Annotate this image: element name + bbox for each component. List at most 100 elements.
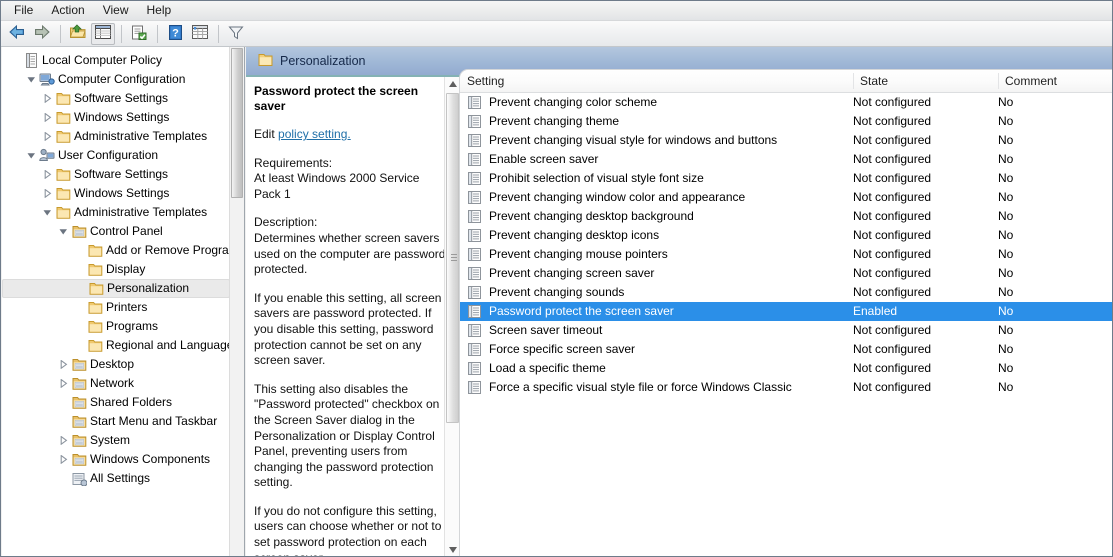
expand-arrow-collapsed-icon[interactable] <box>40 170 54 179</box>
tree-node-computer-configuration[interactable]: Computer Configuration <box>2 70 230 89</box>
policy-setting-icon <box>468 172 486 185</box>
policy-setting-icon <box>468 229 486 242</box>
table-row[interactable]: Prevent changing desktop backgroundNot c… <box>460 207 1113 226</box>
cell-comment: No <box>998 226 1108 245</box>
table-row[interactable]: Force a specific visual style file or fo… <box>460 378 1113 397</box>
tree-node-programs[interactable]: Programs <box>2 317 230 336</box>
menu-help[interactable]: Help <box>138 1 181 20</box>
menu-file[interactable]: File <box>5 1 42 20</box>
menu-view[interactable]: View <box>94 1 138 20</box>
tree-node-add-or-remove-programs[interactable]: Add or Remove Programs <box>2 241 230 260</box>
tree-node-label: Control Panel <box>88 222 163 241</box>
tree-node-desktop[interactable]: Desktop <box>2 355 230 374</box>
table-row[interactable]: Prevent changing desktop iconsNot config… <box>460 226 1113 245</box>
help-edit-line: Edit policy setting. <box>254 127 446 143</box>
tree-node-personalization[interactable]: Personalization <box>2 279 230 298</box>
table-row[interactable]: Screen saver timeoutNot configuredNo <box>460 321 1113 340</box>
settings-list-rows[interactable]: Prevent changing color scheme Not configu… <box>460 93 1113 397</box>
toolbar-help-button[interactable]: ? <box>163 23 187 45</box>
table-row[interactable]: Prevent changing screen saverNot configu… <box>460 264 1113 283</box>
expand-arrow-expanded-icon[interactable] <box>40 208 54 217</box>
column-header-state[interactable]: State <box>853 70 998 92</box>
tree-node-administrative-templates[interactable]: Administrative Templates <box>2 203 230 222</box>
tree-node-user-configuration[interactable]: User Configuration <box>2 146 230 165</box>
tree-node-label: Network <box>88 374 134 393</box>
menu-action[interactable]: Action <box>42 1 93 20</box>
table-row[interactable]: Load a specific themeNot configuredNo <box>460 359 1113 378</box>
tree-node-windows-components[interactable]: Windows Components <box>2 450 230 469</box>
tree-node-display[interactable]: Display <box>2 260 230 279</box>
toolbar-forward-button[interactable] <box>30 23 54 45</box>
expand-arrow-collapsed-icon[interactable] <box>56 455 70 464</box>
expand-arrow-expanded-icon[interactable] <box>56 227 70 236</box>
table-row[interactable]: Prevent changing themeNot configuredNo <box>460 112 1113 131</box>
tree-node-windows-settings[interactable]: Windows Settings <box>2 108 230 127</box>
column-header-setting[interactable]: Setting <box>460 70 853 92</box>
cell-state: Not configured <box>853 245 998 264</box>
tree-node-label: Desktop <box>88 355 134 374</box>
tree-node-label: Display <box>104 260 145 279</box>
expand-arrow-collapsed-icon[interactable] <box>40 189 54 198</box>
tree-node-all-settings[interactable]: All Settings <box>2 469 230 488</box>
tree-vertical-scrollbar[interactable] <box>229 47 244 557</box>
folder-open-icon <box>70 434 88 448</box>
expand-arrow-collapsed-icon[interactable] <box>56 379 70 388</box>
table-row[interactable]: Password protect the screen saverEnabled… <box>460 302 1113 321</box>
expand-arrow-collapsed-icon[interactable] <box>40 132 54 141</box>
tree-node-regional-and-language-op[interactable]: Regional and Language Op <box>2 336 230 355</box>
scroll-up-arrow-icon[interactable] <box>445 77 460 91</box>
folder-icon <box>54 187 72 201</box>
tree-node-network[interactable]: Network <box>2 374 230 393</box>
scroll-down-arrow-icon[interactable] <box>445 543 460 557</box>
table-row[interactable]: Force specific screen saverNot configure… <box>460 340 1113 359</box>
table-row[interactable]: Prevent changing window color and appear… <box>460 188 1113 207</box>
console-tree-pane: Local Computer PolicyComputer Configurat… <box>2 47 245 557</box>
help-vertical-scrollbar[interactable] <box>444 77 459 557</box>
toolbar-back-button[interactable] <box>5 23 29 45</box>
tree-node-control-panel[interactable]: Control Panel <box>2 222 230 241</box>
column-header-comment[interactable]: Comment <box>998 70 1113 92</box>
toolbar-export-list-button[interactable] <box>188 23 212 45</box>
expand-arrow-expanded-icon[interactable] <box>24 151 38 160</box>
tree-node-software-settings[interactable]: Software Settings <box>2 89 230 108</box>
tree-node-shared-folders[interactable]: Shared Folders <box>2 393 230 412</box>
cell-setting: Enable screen saver <box>460 150 853 169</box>
expand-arrow-collapsed-icon[interactable] <box>56 436 70 445</box>
edit-policy-setting-link[interactable]: policy setting. <box>278 127 351 141</box>
tree-node-software-settings[interactable]: Software Settings <box>2 165 230 184</box>
cell-setting: Prevent changing desktop background <box>460 207 853 226</box>
tree-node-label: Local Computer Policy <box>40 51 162 70</box>
help-scrollbar-thumb[interactable] <box>446 93 459 423</box>
policy-setting-icon <box>468 134 486 147</box>
table-row[interactable]: Enable screen saverNot configuredNo <box>460 150 1113 169</box>
toolbar-properties-button[interactable] <box>127 23 151 45</box>
expand-arrow-collapsed-icon[interactable] <box>40 113 54 122</box>
table-row[interactable]: Prevent changing soundsNot configuredNo <box>460 283 1113 302</box>
toolbar-up-one-level-button[interactable] <box>66 23 90 45</box>
table-row[interactable]: Prohibit selection of visual style font … <box>460 169 1113 188</box>
toolbar-filter-button[interactable] <box>224 23 248 45</box>
toolbar-separator-1 <box>60 25 61 43</box>
folder-icon <box>54 111 72 125</box>
table-row[interactable]: Prevent changing mouse pointersNot confi… <box>460 245 1113 264</box>
cell-setting: Force a specific visual style file or fo… <box>460 378 853 397</box>
expand-arrow-collapsed-icon[interactable] <box>56 360 70 369</box>
help-requirements-text: At least Windows 2000 Service Pack 1 <box>254 171 419 201</box>
tree-node-start-menu-and-taskbar[interactable]: Start Menu and Taskbar <box>2 412 230 431</box>
table-row[interactable]: Prevent changing color schemeNot configu… <box>460 93 1113 112</box>
tree-node-local-computer-policy[interactable]: Local Computer Policy <box>2 51 230 70</box>
tree-scrollbar-thumb[interactable] <box>231 48 243 198</box>
help-description-paragraph-1: Determines whether screen savers used on… <box>254 231 445 276</box>
expand-arrow-collapsed-icon[interactable] <box>40 94 54 103</box>
cell-setting: Prevent changing color scheme <box>460 93 853 112</box>
tree-node-system[interactable]: System <box>2 431 230 450</box>
toolbar-show-hide-console-tree-button[interactable] <box>91 23 115 45</box>
expand-arrow-expanded-icon[interactable] <box>24 75 38 84</box>
help-description-paragraph-3: This setting also disables the "Password… <box>254 382 446 491</box>
tree-node-administrative-templates[interactable]: Administrative Templates <box>2 127 230 146</box>
tree-node-printers[interactable]: Printers <box>2 298 230 317</box>
tree-node-windows-settings[interactable]: Windows Settings <box>2 184 230 203</box>
console-tree[interactable]: Local Computer PolicyComputer Configurat… <box>2 47 230 557</box>
table-row[interactable]: Prevent changing visual style for window… <box>460 131 1113 150</box>
folder-icon <box>86 263 104 277</box>
